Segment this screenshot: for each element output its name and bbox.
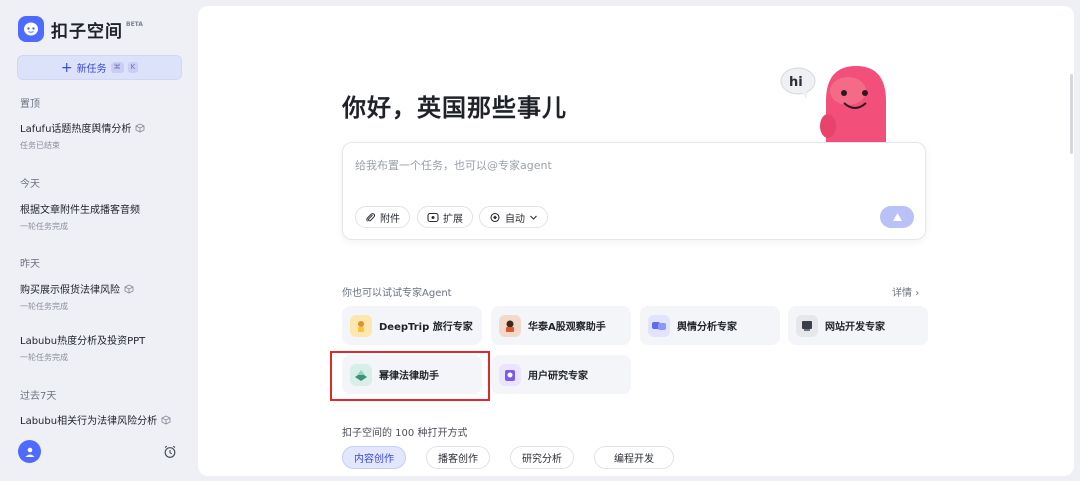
task-status: 一轮任务完成: [20, 302, 68, 311]
task-title: Lafufu话题热度舆情分析: [20, 124, 132, 135]
app-logo[interactable]: 扣子空间 BETA: [18, 16, 143, 42]
task-item[interactable]: Lafufu话题热度舆情分析 任务已结束: [20, 120, 145, 151]
send-button[interactable]: [880, 206, 914, 228]
auto-mode-icon: [490, 212, 500, 222]
auto-mode-dropdown[interactable]: 自动: [479, 206, 548, 228]
cube-icon: [124, 283, 134, 294]
auto-mode-label: 自动: [505, 213, 525, 225]
highlight-box: [330, 351, 490, 401]
chevron-right-icon: ›: [915, 288, 920, 299]
extension-icon: [427, 212, 439, 222]
task-status: 一轮任务完成: [20, 353, 68, 362]
new-task-label: 新任务: [76, 64, 107, 75]
user-avatar[interactable]: [18, 440, 41, 463]
details-link[interactable]: 详情 ›: [892, 284, 919, 299]
beta-badge: BETA: [126, 20, 143, 28]
app-name: 扣子空间: [51, 21, 123, 42]
agent-name: 华泰A股观察助手: [528, 322, 606, 333]
task-item[interactable]: 购买展示假货法律风险 一轮任务完成: [20, 281, 134, 312]
extend-button[interactable]: 扩展: [417, 206, 473, 228]
agent-card[interactable]: 华泰A股观察助手: [491, 306, 631, 345]
agent-card[interactable]: DeepTrip 旅行专家: [342, 306, 482, 345]
section-title-yesterday: 昨天: [20, 259, 40, 270]
chevron-down-icon: [530, 215, 537, 220]
attach-button[interactable]: 附件: [355, 206, 410, 228]
plus-icon: +: [60, 59, 73, 76]
tab-podcast-creation[interactable]: 播客创作: [426, 446, 490, 469]
mascot-bubble-text: hi: [789, 75, 803, 90]
extend-label: 扩展: [443, 213, 463, 225]
task-title: 根据文章附件生成播客音频: [20, 205, 140, 216]
task-item[interactable]: Labubu相关行为法律风险分析: [20, 412, 171, 427]
travel-agent-icon: [350, 314, 372, 337]
agent-name: 网站开发专家: [825, 322, 885, 333]
task-title: Labubu热度分析及投资PPT: [20, 336, 146, 347]
task-status: 任务已结束: [20, 141, 60, 150]
cube-icon: [135, 122, 145, 133]
section-title-today: 今天: [20, 179, 40, 190]
agent-name: 用户研究专家: [528, 371, 588, 382]
tab-research-analysis[interactable]: 研究分析: [510, 446, 574, 469]
web-dev-agent-icon: [796, 314, 818, 337]
greeting-title: 你好，英国那些事儿: [342, 94, 567, 122]
cube-icon: [161, 414, 171, 425]
user-icon: [25, 447, 34, 457]
task-status: 一轮任务完成: [20, 222, 68, 231]
agent-card[interactable]: 网站开发专家: [788, 306, 928, 345]
task-input-box[interactable]: 给我布置一个任务，也可以@专家agent 附件 扩展 自动: [342, 142, 926, 240]
attach-label: 附件: [380, 213, 400, 225]
agent-card[interactable]: 用户研究专家: [491, 355, 631, 394]
section-title-pinned: 置顶: [20, 99, 40, 110]
sentiment-agent-icon: [648, 314, 670, 337]
logo-icon: [18, 16, 44, 42]
main-panel: 你好，英国那些事儿 hi 给我布置一个任务，也可以@专家agent 附件 扩展 …: [198, 6, 1074, 476]
agent-name: 舆情分析专家: [677, 322, 737, 333]
agent-name: DeepTrip 旅行专家: [379, 322, 473, 333]
tab-content-creation[interactable]: 内容创作: [342, 446, 406, 469]
task-input[interactable]: 给我布置一个任务，也可以@专家agent: [355, 157, 552, 173]
expert-agent-section-label: 你也可以试试专家Agent: [342, 288, 452, 299]
user-research-agent-icon: [499, 363, 521, 386]
shortcut-key-k: K: [127, 62, 139, 73]
alarm-clock-icon[interactable]: [163, 445, 177, 459]
stock-agent-icon: [499, 314, 521, 337]
section-title-past-7-days: 过去7天: [20, 391, 57, 402]
task-title: 购买展示假货法律风险: [20, 285, 120, 296]
tab-programming[interactable]: 编程开发: [594, 446, 674, 469]
use-cases-label: 扣子空间的 100 种打开方式: [342, 428, 468, 439]
task-title: Labubu相关行为法律风险分析: [20, 416, 158, 427]
task-item[interactable]: 根据文章附件生成播客音频 一轮任务完成: [20, 201, 140, 232]
details-label: 详情: [892, 288, 912, 299]
sidebar: 扣子空间 BETA + 新任务 ⌘ K 置顶 Lafufu话题热度舆情分析 任务…: [0, 0, 198, 481]
agent-card[interactable]: 舆情分析专家: [640, 306, 780, 345]
send-arrow-icon: [892, 213, 902, 221]
mascot-illustration: hi: [780, 66, 886, 151]
new-task-button[interactable]: + 新任务 ⌘ K: [17, 55, 182, 80]
task-item[interactable]: Labubu热度分析及投资PPT 一轮任务完成: [20, 332, 145, 363]
scrollbar[interactable]: [1070, 74, 1073, 154]
paperclip-icon: [366, 212, 376, 222]
shortcut-key-cmd: ⌘: [110, 62, 124, 73]
